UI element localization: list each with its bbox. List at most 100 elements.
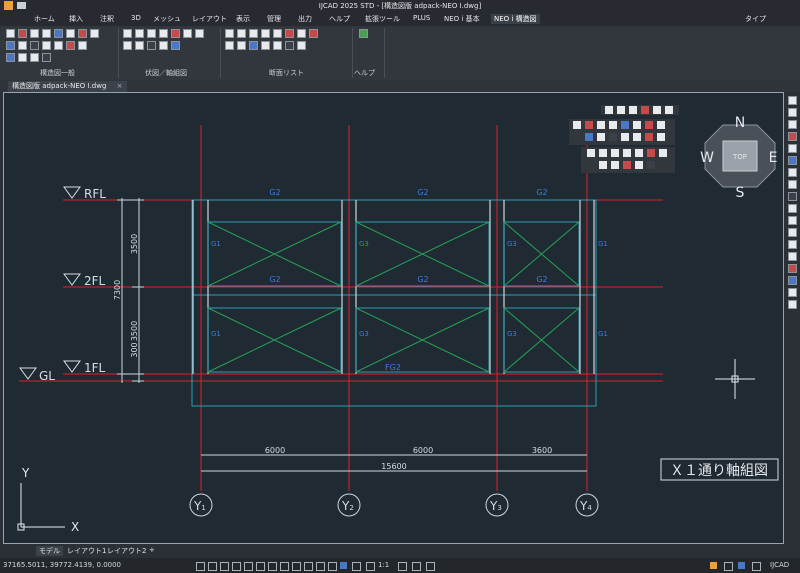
tab-neo-basic[interactable]: NEO i 基本 xyxy=(444,14,480,24)
list-beam-icon[interactable] xyxy=(237,29,246,38)
line-icon[interactable] xyxy=(90,29,99,38)
layout-tab-model[interactable]: モデル xyxy=(36,546,63,556)
tool-icon[interactable] xyxy=(633,121,641,129)
compass-west[interactable]: W xyxy=(700,150,714,166)
opening-icon[interactable] xyxy=(183,29,192,38)
tool-icon[interactable] xyxy=(788,120,797,129)
transparency-toggle-icon[interactable] xyxy=(280,562,289,571)
list-column-icon[interactable] xyxy=(225,29,234,38)
tab-3d[interactable]: 3D xyxy=(131,14,141,22)
selection-cycle-icon[interactable] xyxy=(292,562,301,571)
tool-icon[interactable] xyxy=(788,180,797,189)
tab-output[interactable]: 出力 xyxy=(298,14,312,24)
tool-icon[interactable] xyxy=(788,168,797,177)
tool-icon[interactable] xyxy=(609,121,617,129)
list-brace-icon[interactable] xyxy=(297,29,306,38)
tool-icon[interactable] xyxy=(585,121,593,129)
erase-icon[interactable] xyxy=(66,41,75,50)
pier-icon[interactable] xyxy=(135,41,144,50)
tab-home[interactable]: ホーム xyxy=(34,14,55,24)
beam-icon[interactable] xyxy=(123,29,132,38)
tool-icon[interactable] xyxy=(623,161,631,169)
tool-icon[interactable] xyxy=(653,106,661,114)
dynamic-input-icon[interactable] xyxy=(304,562,313,571)
tool-icon[interactable] xyxy=(597,121,605,129)
dimension-icon[interactable] xyxy=(66,29,75,38)
tool-icon[interactable] xyxy=(788,252,797,261)
hatch-icon[interactable] xyxy=(54,41,63,50)
text-t-icon[interactable] xyxy=(30,29,39,38)
snap-toggle-icon[interactable] xyxy=(208,562,217,571)
lineweight-toggle-icon[interactable] xyxy=(268,562,277,571)
wall-icon[interactable] xyxy=(159,29,168,38)
quick-props-icon[interactable] xyxy=(328,562,337,571)
tab-annotate[interactable]: 注釈 xyxy=(100,14,114,24)
document-tab[interactable]: 構造図版 adpack-NEO I.dwg × xyxy=(8,81,127,92)
tab-help[interactable]: ヘルプ xyxy=(329,14,350,24)
table-icon[interactable] xyxy=(6,41,15,50)
copy-icon[interactable] xyxy=(78,41,87,50)
list-pile-icon[interactable] xyxy=(261,41,270,50)
list-icon[interactable] xyxy=(30,53,39,62)
tool-icon[interactable] xyxy=(611,149,619,157)
layer-icon[interactable] xyxy=(6,53,15,62)
tool-icon[interactable] xyxy=(647,149,655,157)
tool-icon[interactable] xyxy=(611,161,619,169)
list-wall-icon[interactable] xyxy=(261,29,270,38)
list-detail-icon[interactable] xyxy=(285,41,294,50)
tool-icon[interactable] xyxy=(641,106,649,114)
tool-icon[interactable] xyxy=(788,240,797,249)
tab-extensions[interactable]: 拡張ツール xyxy=(365,14,400,24)
tab-view[interactable]: 表示 xyxy=(236,14,250,24)
steel-icon[interactable] xyxy=(147,41,156,50)
tool-icon[interactable] xyxy=(585,133,593,141)
tool-icon[interactable] xyxy=(788,192,797,201)
tool-icon[interactable] xyxy=(788,96,797,105)
otrack-toggle-icon[interactable] xyxy=(256,562,265,571)
compass-south[interactable]: S xyxy=(736,185,745,201)
tool-icon[interactable] xyxy=(657,121,665,129)
tool-icon[interactable] xyxy=(599,161,607,169)
tab-plus[interactable]: PLUS xyxy=(413,14,430,22)
list-slab-icon[interactable] xyxy=(249,29,258,38)
girder-icon[interactable] xyxy=(135,29,144,38)
frame-icon[interactable] xyxy=(18,41,27,50)
tool-icon[interactable] xyxy=(635,149,643,157)
list-table-icon[interactable] xyxy=(225,41,234,50)
tool-icon[interactable] xyxy=(788,156,797,165)
text-c-icon[interactable] xyxy=(42,29,51,38)
polar-toggle-icon[interactable] xyxy=(232,562,241,571)
ortho-toggle-icon[interactable] xyxy=(220,562,229,571)
settings-icon[interactable] xyxy=(398,562,407,571)
tool-icon[interactable] xyxy=(609,133,617,141)
workspace-icon[interactable] xyxy=(340,562,347,569)
viewcube-top-label[interactable]: TOP xyxy=(732,153,747,161)
viewcube[interactable]: TOP N S E W xyxy=(700,115,777,201)
tool-icon[interactable] xyxy=(788,216,797,225)
layout-tab-2[interactable]: レイアウト2 xyxy=(104,546,149,556)
tool-icon[interactable] xyxy=(597,133,605,141)
match-icon[interactable] xyxy=(18,53,27,62)
tool-icon[interactable] xyxy=(587,149,595,157)
help-icon[interactable] xyxy=(359,29,368,38)
tool-icon[interactable] xyxy=(665,106,673,114)
tool-icon[interactable] xyxy=(617,106,625,114)
tool-icon[interactable] xyxy=(623,149,631,157)
tool-icon[interactable] xyxy=(645,133,653,141)
tool-icon[interactable] xyxy=(645,121,653,129)
tool-icon[interactable] xyxy=(788,204,797,213)
drawing-canvas[interactable]: G2 G2 G2 G2 G2 G2 FG2 G1 G3 G3 G1 G1 G3 … xyxy=(4,93,783,543)
add-layout-button[interactable]: + xyxy=(146,546,158,554)
drawing-viewport[interactable]: G2 G2 G2 G2 G2 G2 FG2 G1 G3 G3 G1 G1 G3 … xyxy=(3,92,784,544)
tool-icon[interactable] xyxy=(573,121,581,129)
tool-icon[interactable] xyxy=(633,133,641,141)
tab-layout[interactable]: レイアウト xyxy=(192,14,227,24)
grid-icon[interactable] xyxy=(6,29,15,38)
joint-icon[interactable] xyxy=(159,41,168,50)
customize-icon[interactable] xyxy=(752,562,761,571)
compass-north[interactable]: N xyxy=(735,115,745,131)
list-grid-icon[interactable] xyxy=(309,29,318,38)
tool-icon[interactable] xyxy=(629,106,637,114)
notification-icon[interactable] xyxy=(710,562,717,569)
list-rebar-icon[interactable] xyxy=(249,41,258,50)
